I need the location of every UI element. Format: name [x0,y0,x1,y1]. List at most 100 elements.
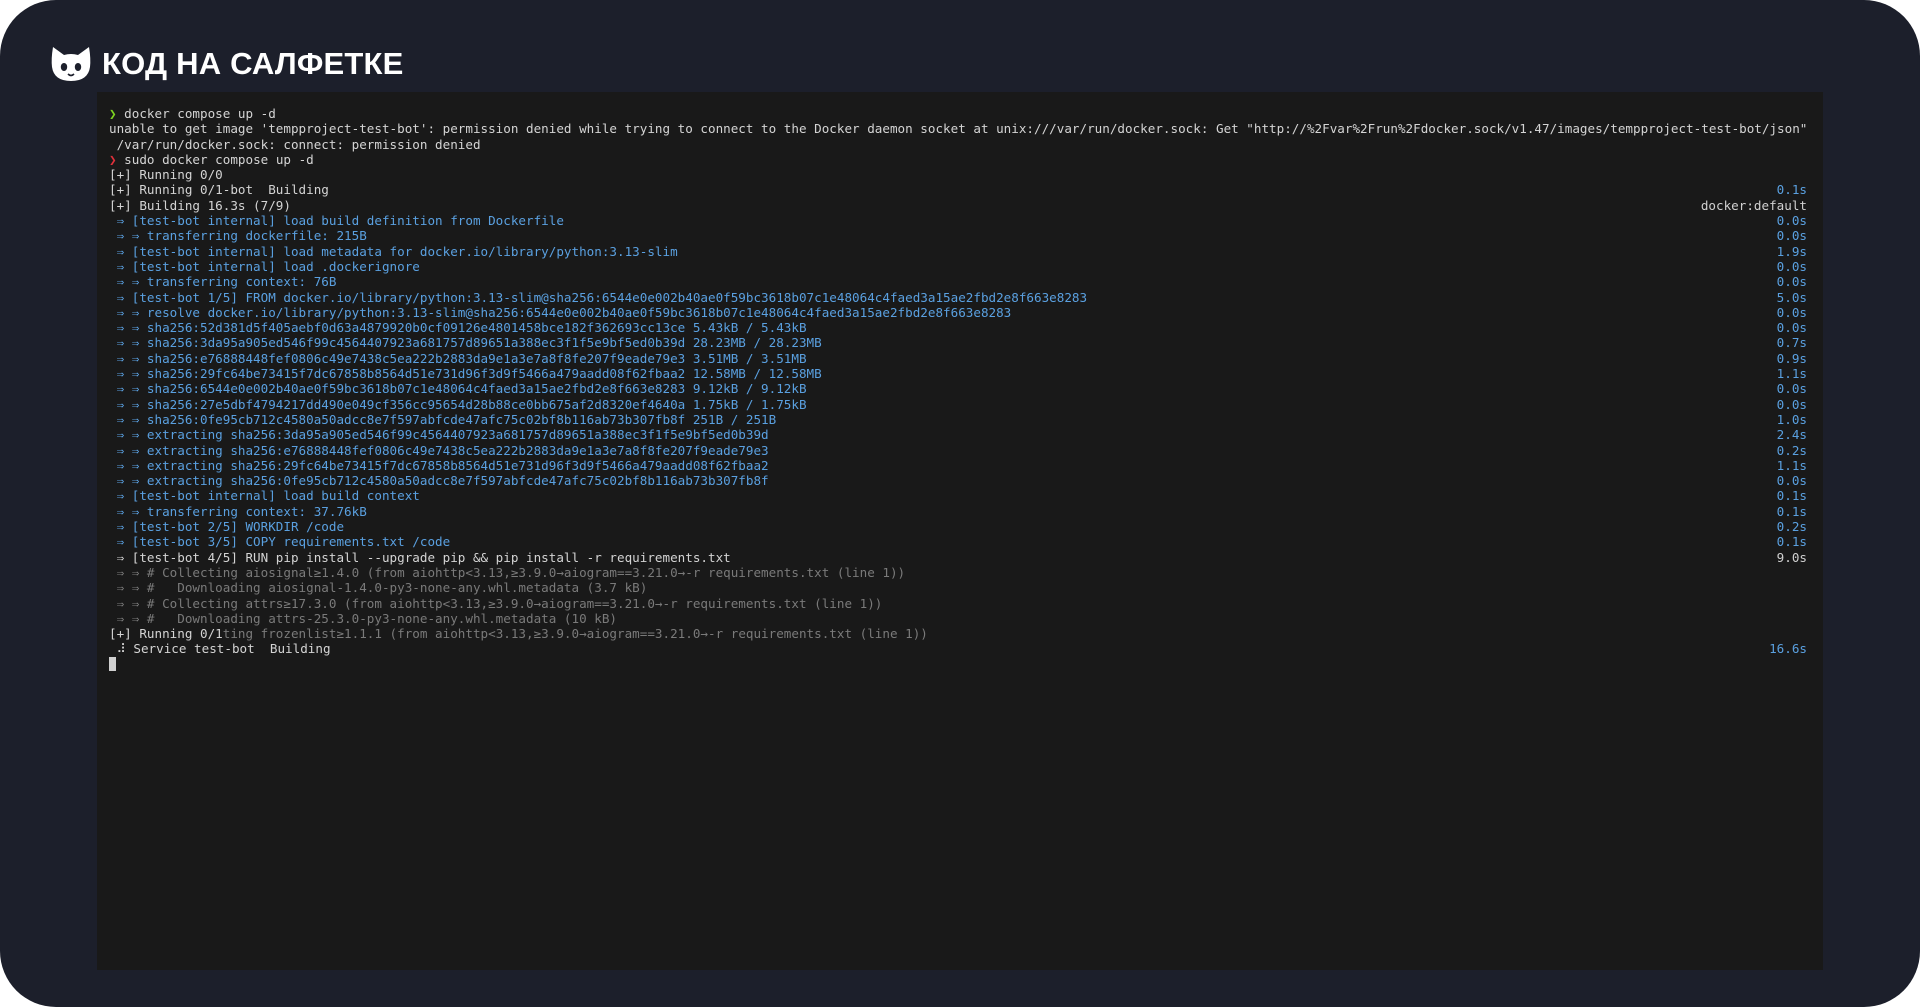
terminal-line: [+] Running 0/1ting frozenlist≥1.1.1 (fr… [109,626,1807,641]
terminal-line-text: ⇒ ⇒ sha256:52d381d5f405aebf0d63a4879920b… [109,320,807,336]
step-duration: 0.2s [1776,442,1807,458]
prompt-icon: ❯ [109,106,117,121]
terminal-line: ⇒ ⇒ extracting sha256:e76888448fef0806c4… [109,443,1807,458]
terminal-line-text: ⇒ ⇒ sha256:27e5dbf4794217dd490e049cf356c… [109,396,807,412]
terminal-line: ❯ docker compose up -d [109,106,1807,121]
terminal-line-text: ⇒ ⇒ transferring dockerfile: 215B [109,228,367,244]
terminal-line: /var/run/docker.sock: connect: permissio… [109,137,1807,152]
step-duration: docker:default [1700,197,1807,213]
terminal-line-text: ⠼ Service test-bot Building [109,641,331,657]
terminal-line: ⇒ ⇒ sha256:29fc64be73415f7dc67858b8564d5… [109,366,1807,381]
step-duration: 0.0s [1776,320,1807,336]
terminal-line-text: [+] Running 0/0 [109,167,223,183]
terminal-line: ⇒ ⇒ extracting sha256:3da95a905ed546f99c… [109,427,1807,442]
step-duration: 0.1s [1776,534,1807,550]
terminal-line-text: ⇒ [test-bot internal] load build context [109,488,420,504]
terminal-line-text: ⇒ ⇒ transferring context: 37.76kB [109,503,367,519]
terminal-line-text: ⇒ ⇒ sha256:0fe95cb712c4580a50adcc8e7f597… [109,411,777,427]
terminal-line: ⇒ ⇒ # Collecting aiosignal≥1.4.0 (from a… [109,565,1807,580]
terminal-line-text: ⇒ ⇒ # Downloading aiosignal-1.4.0-py3-no… [109,580,648,596]
terminal-output: ❯ docker compose up -d unable to get imag… [109,106,1807,672]
brand-logo: КОД НА САЛФЕТКЕ [50,44,404,84]
terminal-line: ⇒ [test-bot internal] load metadata for … [109,244,1807,259]
terminal-line-text: ⇒ [test-bot 2/5] WORKDIR /code [109,519,345,535]
terminal-line: ⇒ ⇒ transferring context: 37.76kB 0.1s [109,504,1807,519]
terminal-line: unable to get image 'tempproject-test-bo… [109,121,1807,136]
terminal-line: ⇒ ⇒ sha256:3da95a905ed546f99c4564407923a… [109,335,1807,350]
terminal-line-text: [+] Running 0/1-bot Building [109,182,329,198]
prompt-icon: ❯ [109,151,117,167]
terminal-line-text: ⇒ ⇒ # Collecting attrs≥17.3.0 (from aioh… [109,595,883,611]
terminal-line-text: ⇒ ⇒ extracting sha256:29fc64be73415f7dc6… [109,457,769,473]
terminal-line: ⇒ ⇒ sha256:0fe95cb712c4580a50adcc8e7f597… [109,412,1807,427]
terminal-line: ⇒ [test-bot internal] load build context… [109,488,1807,503]
terminal-line-text: ⇒ [test-bot internal] load .dockerignore [109,258,420,274]
terminal-line-text: ⇒ ⇒ extracting sha256:3da95a905ed546f99c… [109,427,769,443]
terminal-line: [+] Building 16.3s (7/9) docker:default [109,198,1807,213]
step-duration: 0.1s [1776,182,1807,198]
terminal-line-text: ⇒ [test-bot 1/5] FROM docker.io/library/… [109,289,1088,305]
terminal-window[interactable]: ❯ docker compose up -d unable to get imag… [97,92,1823,970]
step-duration: 1.1s [1776,457,1807,473]
terminal-line-text: ⇒ ⇒ sha256:29fc64be73415f7dc67858b8564d5… [109,366,822,382]
terminal-line-text: ⇒ ⇒ sha256:6544e0e002b40ae0f59bc3618b07c… [109,381,807,397]
terminal-line: ⇒ ⇒ extracting sha256:29fc64be73415f7dc6… [109,458,1807,473]
terminal-line-text: [+] Running 0/1 [109,626,223,642]
terminal-line: ⇒ ⇒ sha256:e76888448fef0806c49e7438c5ea2… [109,351,1807,366]
terminal-line: ⇒ [test-bot 4/5] RUN pip install --upgra… [109,550,1807,565]
step-duration: 2.4s [1776,427,1807,443]
terminal-line: ⇒ ⇒ resolve docker.io/library/python:3.1… [109,305,1807,320]
step-duration: 0.2s [1776,519,1807,535]
step-duration: 0.1s [1776,488,1807,504]
step-duration: 0.1s [1776,503,1807,519]
step-duration: 1.1s [1776,366,1807,382]
terminal-line-text: [+] Building 16.3s (7/9) [109,197,291,213]
terminal-line-text: ⇒ ⇒ # Downloading attrs-25.3.0-py3-none-… [109,610,617,626]
app-frame: КОД НА САЛФЕТКЕ ❯ docker compose up -d un… [0,0,1920,1007]
terminal-cursor [109,656,116,671]
terminal-line-text: ⇒ ⇒ # Collecting aiosignal≥1.4.0 (from a… [109,564,906,580]
step-duration: 1.0s [1776,411,1807,427]
step-duration: 5.0s [1776,289,1807,305]
step-duration: 9.0s [1776,549,1807,565]
terminal-line-overlay: ting frozenlist≥1.1.1 (from aiohttp<3.13… [222,626,928,642]
terminal-line: ⇒ ⇒ transferring dockerfile: 215B 0.0s [109,228,1807,243]
terminal-line-text: ⇒ [test-bot 4/5] RUN pip install --upgra… [109,549,731,565]
step-duration: 0.0s [1776,213,1807,229]
step-duration: 16.6s [1769,641,1807,657]
terminal-line: ⇒ [test-bot 2/5] WORKDIR /code 0.2s [109,519,1807,534]
step-duration: 0.0s [1776,228,1807,244]
terminal-line: ⇒ ⇒ # Downloading attrs-25.3.0-py3-none-… [109,611,1807,626]
terminal-line-text: sudo docker compose up -d [116,151,314,167]
brand-name: КОД НА САЛФЕТКЕ [102,46,404,81]
cat-icon [51,47,91,81]
step-duration: 0.0s [1776,381,1807,397]
terminal-line-text: docker compose up -d [116,106,276,121]
terminal-line: [+] Running 0/1-bot Building 0.1s [109,182,1807,197]
terminal-line-text: unable to get image 'tempproject-test-bo… [109,121,1807,137]
terminal-line: ⇒ ⇒ transferring context: 76B 0.0s [109,274,1807,289]
terminal-line-text: ⇒ ⇒ sha256:3da95a905ed546f99c4564407923a… [109,335,822,351]
step-duration: 1.9s [1776,243,1807,259]
terminal-line-text: ⇒ ⇒ transferring context: 76B [109,274,337,290]
terminal-line-text: /var/run/docker.sock: connect: permissio… [109,136,481,152]
terminal-line: ⠼ Service test-bot Building 16.6s [109,641,1807,656]
terminal-line: ⇒ [test-bot internal] load .dockerignore… [109,259,1807,274]
step-duration: 0.0s [1776,473,1807,489]
step-duration: 0.0s [1776,304,1807,320]
terminal-line: ⇒ [test-bot internal] load build definit… [109,213,1807,228]
step-duration: 0.9s [1776,350,1807,366]
terminal-line: ⇒ [test-bot 1/5] FROM docker.io/library/… [109,290,1807,305]
terminal-line-text: ⇒ ⇒ resolve docker.io/library/python:3.1… [109,304,1012,320]
terminal-line-text: ⇒ ⇒ extracting sha256:0fe95cb712c4580a50… [109,473,769,489]
terminal-line: ⇒ ⇒ extracting sha256:0fe95cb712c4580a50… [109,473,1807,488]
terminal-line-text: ⇒ [test-bot internal] load build definit… [109,213,564,229]
step-duration: 0.0s [1776,274,1807,290]
terminal-line: [+] Running 0/0 [109,167,1807,182]
terminal-line-text: ⇒ [test-bot internal] load metadata for … [109,243,678,259]
terminal-line: ⇒ ⇒ # Downloading aiosignal-1.4.0-py3-no… [109,580,1807,595]
step-duration: 0.7s [1776,335,1807,351]
terminal-cursor-line[interactable] [109,656,1807,672]
terminal-line: ❯ sudo docker compose up -d [109,152,1807,167]
terminal-line-text: ⇒ ⇒ sha256:e76888448fef0806c49e7438c5ea2… [109,350,807,366]
